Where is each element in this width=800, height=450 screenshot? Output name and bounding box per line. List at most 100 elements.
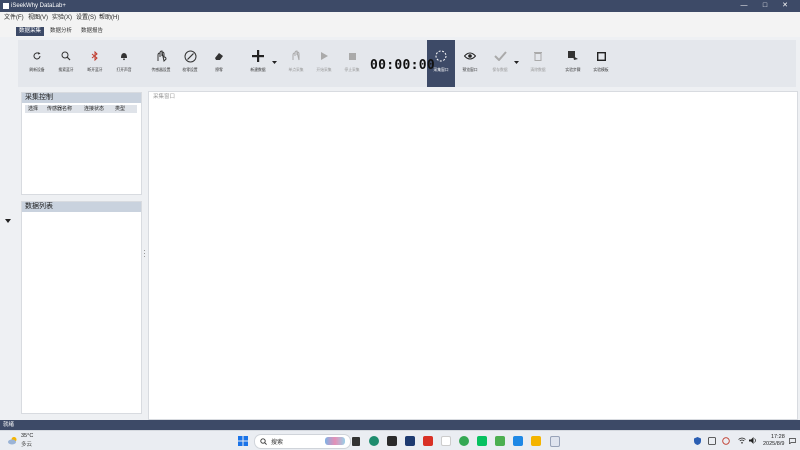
tab-bar: 数据采集 数据分析 数据报告 bbox=[0, 24, 800, 37]
menu-help[interactable]: 帮助(H) bbox=[99, 14, 119, 22]
app-icon-1[interactable] bbox=[387, 436, 397, 446]
save-data-button[interactable]: 保存数据 bbox=[486, 40, 514, 84]
hand-sensor-icon bbox=[157, 49, 167, 62]
file-explorer-icon[interactable] bbox=[531, 436, 541, 446]
single-collect-button[interactable]: 单点采集 bbox=[283, 40, 309, 84]
experiment-template-button[interactable]: 实验模板 bbox=[587, 40, 615, 84]
clock-time[interactable]: 17:28 bbox=[771, 434, 785, 440]
collection-control-panel: 采集控制 选择 传感器名称 连接状态 类型 bbox=[21, 92, 142, 195]
disconnect-bluetooth-button[interactable]: 断开蓝牙 bbox=[82, 40, 108, 84]
menu-file[interactable]: 文件(F) bbox=[4, 14, 24, 22]
save-data-label: 保存数据 bbox=[492, 68, 508, 72]
splitter-handle[interactable] bbox=[143, 248, 146, 260]
status-bar: 就绪 bbox=[0, 420, 800, 430]
sensor-settings-button[interactable]: 传感器设置 bbox=[147, 40, 175, 84]
stop-icon bbox=[348, 52, 356, 60]
col-connection-status[interactable]: 连接状态 bbox=[84, 105, 104, 113]
collection-window-label: 采集窗口 bbox=[153, 94, 176, 100]
clear-data-button[interactable]: 清除数据 bbox=[524, 40, 552, 84]
search-highlight-icon bbox=[325, 437, 345, 445]
refresh-device-button[interactable]: 刷新设备 bbox=[24, 40, 50, 84]
edge-browser-icon[interactable] bbox=[369, 436, 379, 446]
app-icon-2[interactable] bbox=[441, 436, 451, 446]
chrome-icon[interactable] bbox=[459, 436, 469, 446]
preview-window-label: 预览窗口 bbox=[462, 68, 478, 72]
left-side-strip bbox=[0, 37, 16, 420]
tray-icon-2[interactable] bbox=[722, 437, 730, 445]
tab-data-collection[interactable]: 数据采集 bbox=[16, 27, 45, 36]
preview-window-button[interactable]: 预览窗口 bbox=[456, 40, 484, 84]
stop-collect-button[interactable]: 停止采集 bbox=[339, 40, 365, 84]
menu-bar: 文件(F) 视图(V) 实验(X) 设置(S) 帮助(H) bbox=[0, 12, 800, 24]
clock-date[interactable]: 2025/8/9 bbox=[763, 441, 784, 447]
dashed-circle-icon bbox=[435, 50, 447, 62]
start-collect-label: 开始采集 bbox=[316, 68, 332, 72]
save-data-dropdown-icon[interactable] bbox=[514, 61, 519, 65]
bluetooth-off-icon bbox=[91, 51, 98, 61]
template-icon bbox=[596, 51, 606, 61]
eraser-label: 擦零 bbox=[215, 68, 223, 72]
wechat-icon[interactable] bbox=[477, 436, 487, 446]
windows-taskbar: 35°C 多云 搜索 17:28 2025/8/9 bbox=[0, 430, 800, 450]
single-collect-label: 单点采集 bbox=[288, 68, 304, 72]
search-bluetooth-label: 搜索蓝牙 bbox=[58, 68, 74, 72]
disconnect-bluetooth-label: 断开蓝牙 bbox=[87, 68, 103, 72]
weather-cloud-icon[interactable] bbox=[8, 436, 18, 445]
wps-icon[interactable] bbox=[423, 436, 433, 446]
wifi-icon[interactable] bbox=[738, 437, 746, 444]
sound-on-button[interactable]: 打开声音 bbox=[111, 40, 137, 84]
close-button[interactable]: ✕ bbox=[777, 0, 793, 12]
experiment-steps-label: 实验步骤 bbox=[565, 68, 581, 72]
data-list-panel: 数据列表 bbox=[21, 201, 142, 414]
volume-icon[interactable] bbox=[749, 437, 757, 444]
experiment-steps-button[interactable]: 实验步骤 bbox=[559, 40, 587, 84]
app-icon-3[interactable] bbox=[495, 436, 505, 446]
menu-settings[interactable]: 设置(S) bbox=[76, 14, 96, 22]
play-icon bbox=[321, 52, 328, 60]
search-icon bbox=[61, 51, 71, 61]
steps-icon bbox=[568, 51, 578, 60]
sound-on-label: 打开声音 bbox=[116, 68, 132, 72]
weather-description: 多云 bbox=[21, 442, 33, 448]
menu-experiment[interactable]: 实验(X) bbox=[52, 14, 72, 22]
calibrate-icon bbox=[184, 50, 196, 62]
app-logo-icon bbox=[3, 3, 9, 9]
plus-icon bbox=[252, 50, 264, 62]
refresh-icon bbox=[33, 52, 41, 60]
app-title: iSeekWhy DataLab+ bbox=[11, 3, 66, 9]
bell-icon bbox=[121, 53, 127, 61]
notification-icon[interactable] bbox=[789, 438, 796, 444]
tray-icon-1[interactable] bbox=[708, 437, 716, 445]
collection-window-area[interactable]: 采集窗口 bbox=[148, 91, 798, 420]
maximize-button[interactable]: □ bbox=[757, 0, 773, 12]
clear-data-label: 清除数据 bbox=[530, 68, 546, 72]
calibrate-button[interactable]: 校零设置 bbox=[176, 40, 204, 84]
eraser-button[interactable]: 擦零 bbox=[207, 40, 231, 84]
search-bluetooth-button[interactable]: 搜索蓝牙 bbox=[53, 40, 79, 84]
photoshop-icon[interactable] bbox=[405, 436, 415, 446]
sensor-table-header: 选择 传感器名称 连接状态 类型 bbox=[25, 105, 137, 113]
windows-start-icon[interactable] bbox=[238, 436, 248, 446]
tab-data-analysis[interactable]: 数据分析 bbox=[47, 27, 75, 36]
sensor-settings-label: 传感器设置 bbox=[151, 68, 171, 72]
calibrate-label: 校零设置 bbox=[182, 68, 198, 72]
new-data-dropdown-icon[interactable] bbox=[272, 61, 277, 65]
tab-data-report[interactable]: 数据报告 bbox=[78, 27, 106, 36]
stop-collect-label: 停止采集 bbox=[344, 68, 360, 72]
eraser-icon bbox=[215, 53, 223, 60]
col-sensor-name[interactable]: 传感器名称 bbox=[47, 105, 72, 113]
task-view-icon[interactable] bbox=[352, 437, 360, 446]
start-collect-button[interactable]: 开始采集 bbox=[311, 40, 337, 84]
menu-view[interactable]: 视图(V) bbox=[28, 14, 48, 22]
single-point-icon bbox=[292, 50, 300, 61]
col-select[interactable]: 选择 bbox=[28, 105, 38, 113]
minimize-button[interactable]: — bbox=[736, 0, 752, 12]
taskbar-search-box[interactable]: 搜索 bbox=[254, 434, 351, 449]
shield-icon[interactable] bbox=[694, 437, 701, 445]
datalab-taskbar-icon[interactable] bbox=[550, 436, 560, 447]
col-type[interactable]: 类型 bbox=[115, 105, 125, 113]
collapse-arrow-icon[interactable] bbox=[5, 219, 11, 224]
new-data-button[interactable]: 新建数据 bbox=[244, 40, 272, 84]
data-list-title: 数据列表 bbox=[22, 202, 141, 212]
app-icon-4[interactable] bbox=[513, 436, 523, 446]
